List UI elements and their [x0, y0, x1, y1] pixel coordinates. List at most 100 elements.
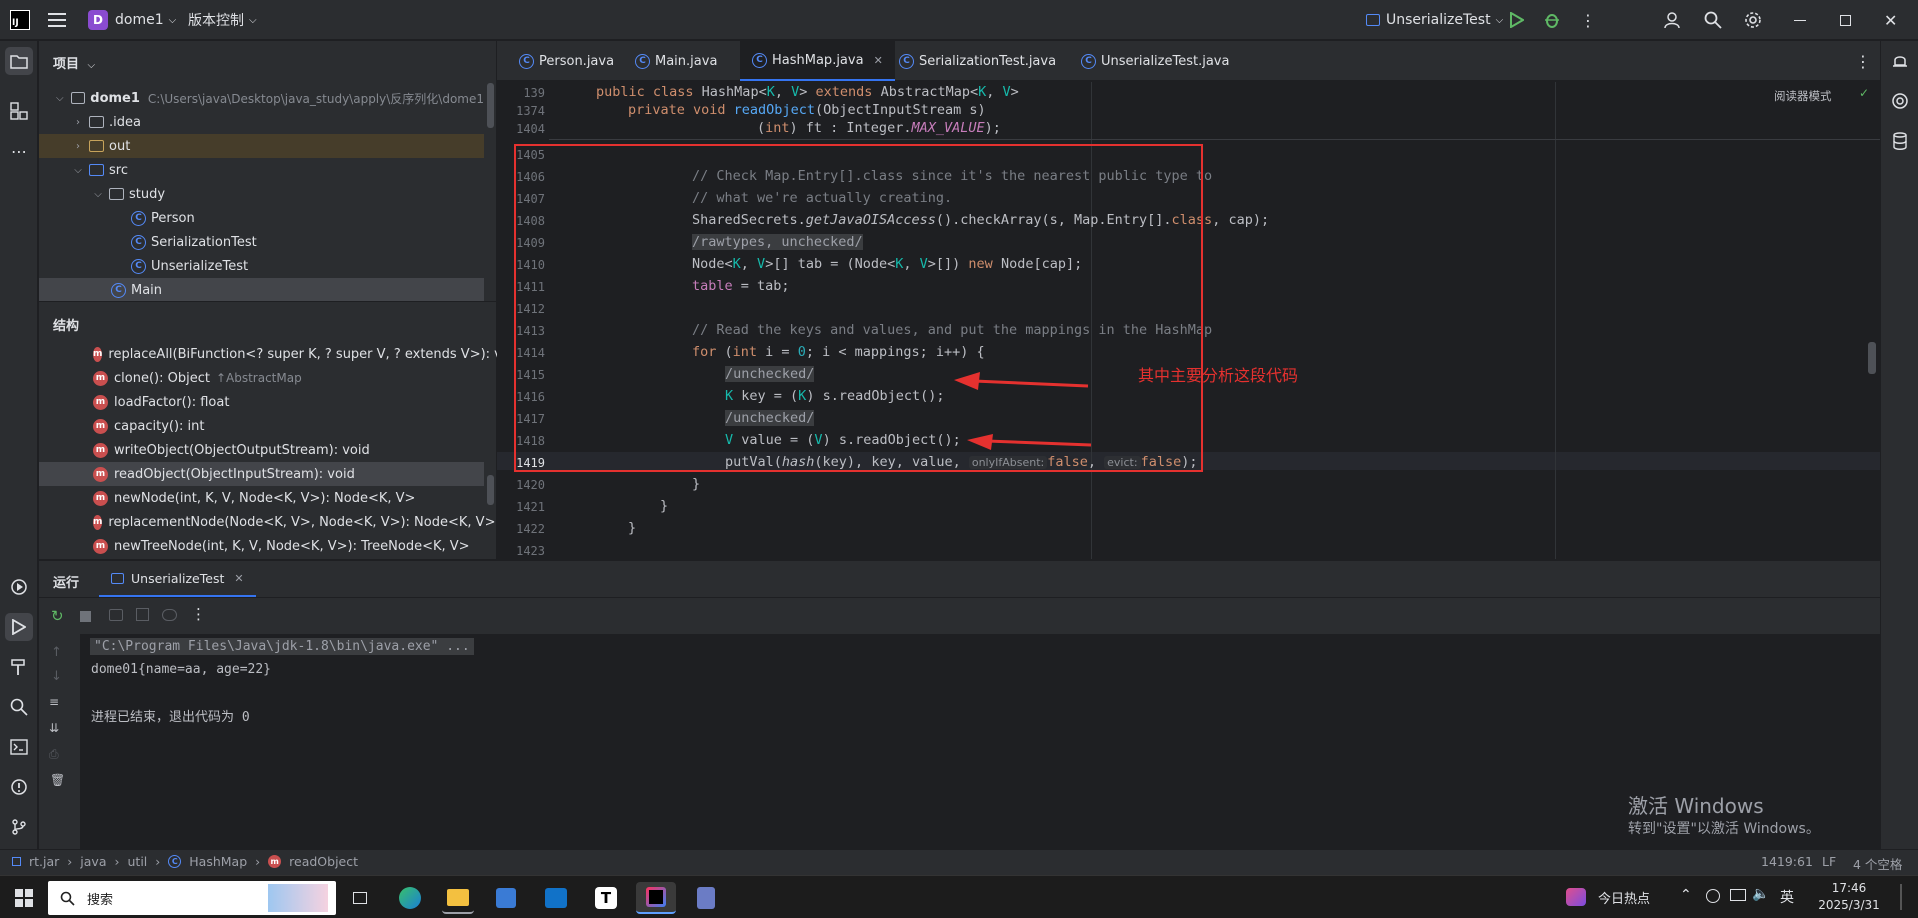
- tree-item-out[interactable]: › out: [39, 134, 484, 158]
- indent-setting[interactable]: 4 个空格: [1853, 854, 1902, 873]
- structure-item[interactable]: m newTreeNode(int, K, V, Node<K, V>): Tr…: [39, 534, 484, 558]
- project-scrollbar[interactable]: [487, 83, 494, 128]
- more-actions-icon[interactable]: ⋮: [1580, 0, 1596, 40]
- tree-item-person[interactable]: C Person: [39, 206, 484, 230]
- editor-scrollbar[interactable]: [1868, 342, 1876, 374]
- taskbar-clock[interactable]: 17:46 2025/3/31: [1814, 880, 1884, 914]
- microsoft-store-icon[interactable]: [490, 882, 522, 914]
- project-switcher[interactable]: D dome1 ⌵: [88, 0, 176, 40]
- code-editor[interactable]: 139 1374 1404 1405 1406 1407 1408 1409 1…: [497, 82, 1880, 559]
- tab-unserializetest-java[interactable]: C UnserializeTest.java: [1073, 41, 1237, 81]
- windows-start-icon[interactable]: [8, 882, 40, 914]
- tab-person-java[interactable]: C Person.java: [511, 41, 622, 81]
- tab-main-java[interactable]: C Main.java: [627, 41, 725, 81]
- breadcrumb-item[interactable]: HashMap: [189, 854, 247, 869]
- restore-button[interactable]: [1840, 0, 1851, 40]
- project-panel-header[interactable]: 项目 ⌵: [53, 53, 95, 72]
- structure-item-selected[interactable]: m readObject(ObjectInputStream): void: [39, 462, 484, 486]
- down-arrow-icon[interactable]: ↓: [51, 669, 62, 684]
- edge-browser-icon[interactable]: [394, 882, 426, 914]
- cloud-sync-icon[interactable]: [1706, 889, 1720, 903]
- git-tool-icon[interactable]: [5, 813, 33, 841]
- settings-gear-icon[interactable]: [1744, 0, 1762, 40]
- database-icon[interactable]: [1886, 127, 1914, 155]
- calculator-icon[interactable]: [690, 882, 722, 914]
- breadcrumb-item[interactable]: readObject: [289, 854, 358, 869]
- camera-icon[interactable]: [109, 609, 123, 621]
- tree-item-unserializetest[interactable]: C UnserializeTest: [39, 254, 484, 278]
- structure-item[interactable]: m clone(): Object ↑AbstractMap: [39, 366, 484, 390]
- show-desktop-button[interactable]: [1900, 884, 1902, 910]
- news-widget-label[interactable]: 今日热点: [1598, 888, 1650, 907]
- tray-overflow-icon[interactable]: ⌃: [1680, 887, 1692, 903]
- breadcrumb-item[interactable]: java: [80, 854, 106, 869]
- structure-item[interactable]: m capacity(): int: [39, 414, 484, 438]
- vcs-menu[interactable]: 版本控制 ⌵: [188, 0, 257, 40]
- notifications-icon[interactable]: [1886, 47, 1914, 75]
- task-view-icon[interactable]: [344, 882, 376, 914]
- tree-item-dome1[interactable]: ⌵ dome1 C:\Users\java\Desktop\java_study…: [39, 86, 484, 110]
- file-explorer-icon[interactable]: [442, 882, 474, 914]
- tree-item-main[interactable]: C Main: [39, 278, 484, 302]
- tab-options-icon[interactable]: ⋮: [1855, 41, 1871, 81]
- structure-item[interactable]: m writeObject(ObjectOutputStream): void: [39, 438, 484, 462]
- tree-item-idea[interactable]: › .idea: [39, 110, 484, 134]
- structure-scrollbar[interactable]: [487, 475, 494, 505]
- structure-item[interactable]: m loadFactor(): float: [39, 390, 484, 414]
- up-arrow-icon[interactable]: ↑: [51, 645, 62, 660]
- network-icon[interactable]: [1730, 889, 1746, 901]
- main-menu-icon[interactable]: [48, 0, 66, 40]
- structure-item[interactable]: m newNode(int, K, V, Node<K, V>): Node<K…: [39, 486, 484, 510]
- taskbar-search-box[interactable]: 搜索: [48, 881, 336, 915]
- run-button[interactable]: [1510, 0, 1524, 40]
- trash-icon[interactable]: 🗑: [50, 773, 65, 787]
- more-tools-icon[interactable]: ⋯: [5, 137, 33, 165]
- tree-item-serializationtest[interactable]: C SerializationTest: [39, 230, 484, 254]
- caret-position[interactable]: 1419:61: [1761, 854, 1813, 869]
- breadcrumb-item[interactable]: rt.jar: [29, 854, 59, 869]
- terminal-tool-icon[interactable]: [5, 733, 33, 761]
- structure-item[interactable]: m replacementNode(Node<K, V>, Node<K, V>…: [39, 510, 495, 534]
- volume-icon[interactable]: 🔈: [1752, 886, 1769, 902]
- tree-item-src[interactable]: ⌵ src: [39, 158, 484, 182]
- close-window-button[interactable]: ✕: [1884, 0, 1897, 40]
- restore-layout-icon[interactable]: [136, 608, 149, 621]
- scroll-to-end-icon[interactable]: ⇊: [49, 721, 59, 735]
- outlook-icon[interactable]: [540, 882, 572, 914]
- search-icon[interactable]: [1704, 0, 1722, 40]
- services-tool-icon[interactable]: [5, 573, 33, 601]
- console-output[interactable]: "C:\Program Files\Java\jdk-1.8\bin\java.…: [80, 634, 1880, 849]
- typora-icon[interactable]: T: [590, 882, 622, 914]
- news-widget-icon[interactable]: [1566, 888, 1586, 906]
- soft-wrap-icon[interactable]: ≡: [49, 695, 59, 709]
- tab-serializationtest-java[interactable]: C SerializationTest.java: [891, 41, 1064, 81]
- build-hammer-icon[interactable]: [5, 653, 33, 681]
- stop-icon[interactable]: [80, 611, 91, 622]
- close-tab-icon[interactable]: ✕: [874, 54, 883, 67]
- minimize-button[interactable]: [1794, 0, 1806, 40]
- breadcrumb-item[interactable]: util: [128, 854, 148, 869]
- account-icon[interactable]: [1664, 0, 1682, 40]
- print-icon[interactable]: ⎙: [49, 747, 59, 762]
- run-config-selector[interactable]: UnserializeTest ⌵: [1366, 0, 1503, 40]
- find-tool-icon[interactable]: [5, 693, 33, 721]
- tree-item-study[interactable]: ⌵ study: [39, 182, 484, 206]
- rerun-icon[interactable]: ↻: [51, 607, 64, 625]
- debug-button[interactable]: [1544, 0, 1560, 40]
- structure-item[interactable]: m replaceAll(BiFunction<? super K, ? sup…: [39, 342, 522, 366]
- intellij-logo-icon[interactable]: IJ: [10, 0, 30, 40]
- line-separator[interactable]: LF: [1822, 854, 1836, 869]
- input-method-indicator[interactable]: 英: [1780, 887, 1794, 907]
- intellij-taskbar-icon[interactable]: [636, 882, 676, 914]
- run-tool-icon[interactable]: [5, 613, 33, 641]
- pin-icon[interactable]: [162, 609, 177, 621]
- structure-tool-icon[interactable]: [5, 97, 33, 125]
- reader-mode-button[interactable]: 阅读器模式: [1774, 88, 1832, 104]
- problems-tool-icon[interactable]: [5, 773, 33, 801]
- more-actions-icon[interactable]: ⋮: [191, 605, 206, 623]
- run-tab-unserializetest[interactable]: UnserializeTest ✕: [99, 561, 256, 597]
- project-tool-icon[interactable]: [5, 47, 33, 75]
- inspection-ok-icon[interactable]: ✓: [1859, 86, 1869, 100]
- tab-hashmap-java[interactable]: C HashMap.java ✕: [740, 41, 895, 81]
- close-tab-icon[interactable]: ✕: [234, 572, 243, 585]
